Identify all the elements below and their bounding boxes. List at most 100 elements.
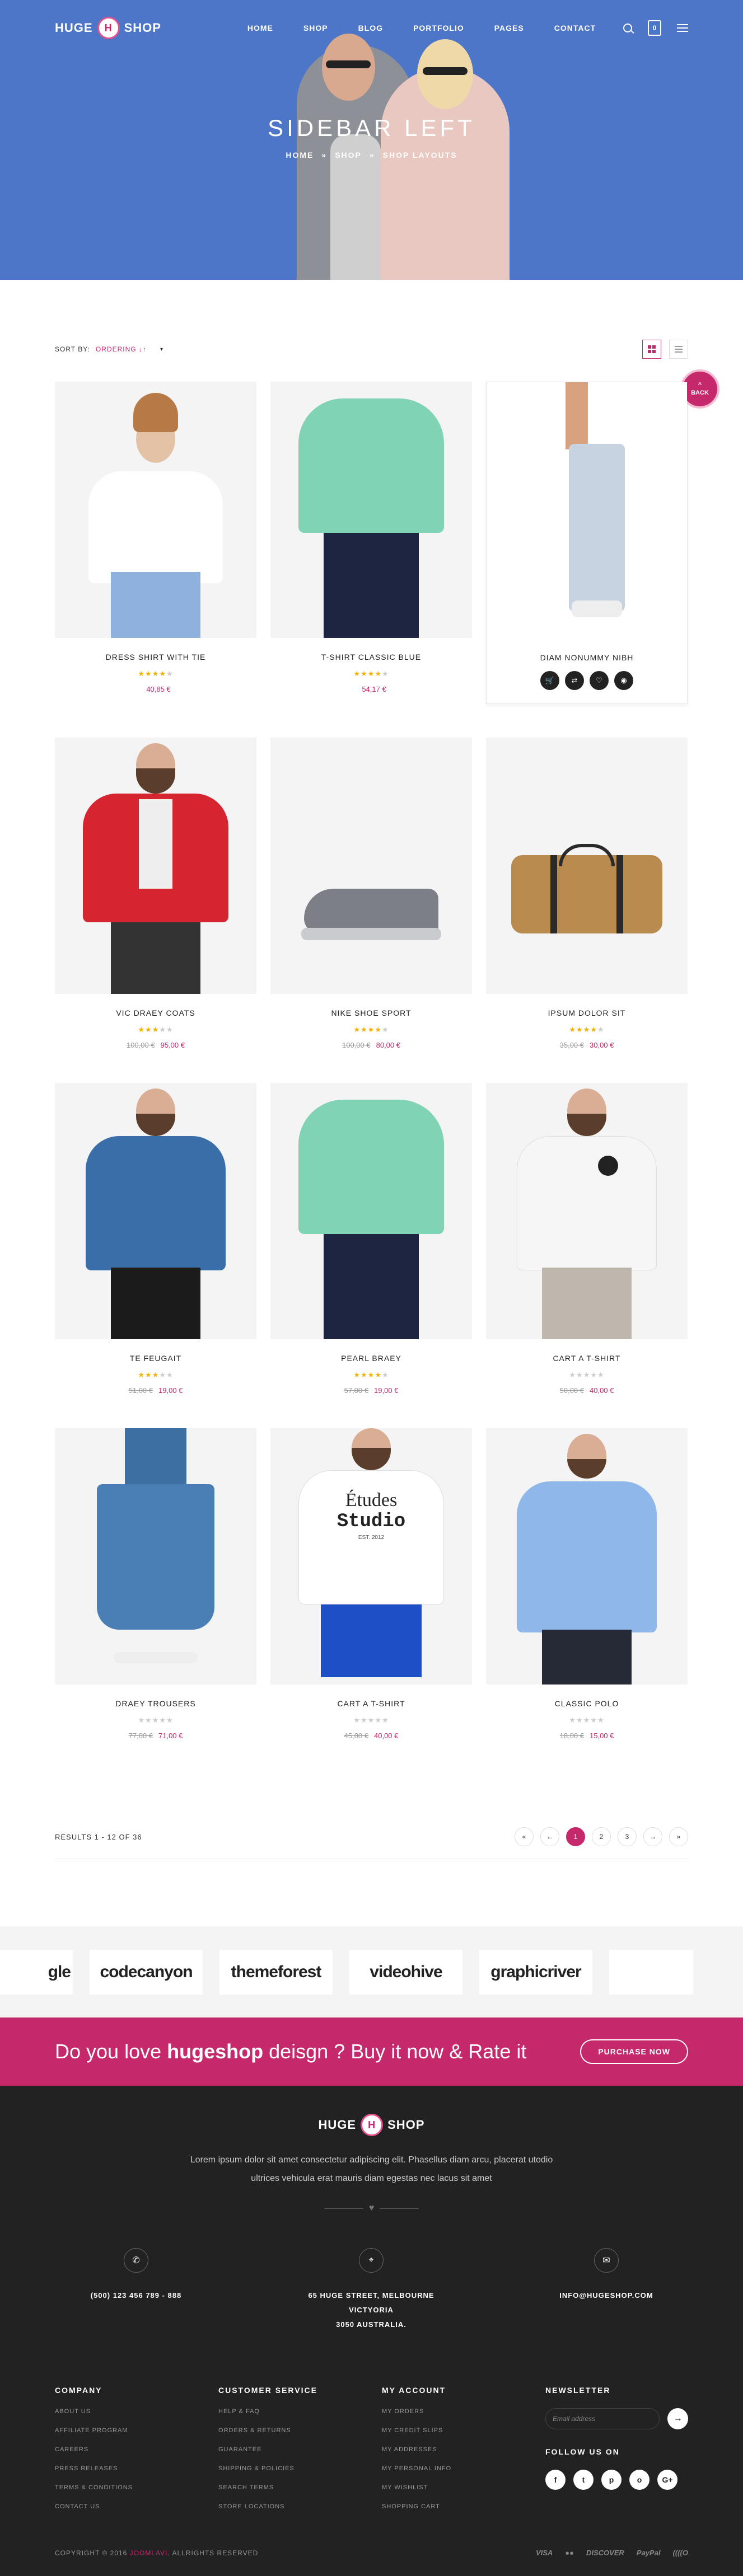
footer-link[interactable]: PRESS RELEASES bbox=[55, 2465, 218, 2472]
product-image[interactable] bbox=[486, 738, 688, 994]
instagram-icon[interactable]: o bbox=[629, 2470, 649, 2490]
cart-icon[interactable]: 0 bbox=[648, 20, 661, 36]
footer-link[interactable]: SHIPPING & POLICIES bbox=[218, 2465, 382, 2472]
breadcrumb-shop[interactable]: SHOP bbox=[335, 151, 362, 159]
hamburger-menu-icon[interactable] bbox=[677, 24, 688, 32]
breadcrumb-home[interactable]: HOME bbox=[286, 151, 314, 159]
prev-page-button[interactable]: ← bbox=[540, 1827, 559, 1846]
brand-logo[interactable]: themeforest bbox=[219, 1949, 333, 1995]
google-plus-icon[interactable]: G+ bbox=[657, 2470, 677, 2490]
chevron-down-icon[interactable]: ▾ bbox=[160, 346, 163, 353]
nav-blog[interactable]: BLOG bbox=[358, 24, 383, 32]
list-view-button[interactable] bbox=[669, 340, 688, 359]
product-card[interactable]: NIKE SHOE SPORT ★★★★★ 100,00 € 80,00 € bbox=[270, 738, 472, 1049]
product-card[interactable]: DRAEY TROUSERS ★★★★★ 77,00 € 71,00 € bbox=[55, 1428, 256, 1740]
newsletter-email-input[interactable]: Email address bbox=[545, 2408, 660, 2429]
product-name[interactable]: CLASSIC POLO bbox=[486, 1699, 688, 1708]
product-image[interactable] bbox=[55, 738, 256, 994]
last-page-button[interactable]: » bbox=[669, 1827, 688, 1846]
product-name[interactable]: CART A T-SHIRT bbox=[486, 1354, 688, 1363]
hero-banner: HUGE H SHOP HOME SHOP BLOG PORTFOLIO PAG… bbox=[0, 0, 743, 280]
product-image[interactable] bbox=[55, 382, 256, 638]
compare-icon[interactable]: ⇄ bbox=[565, 671, 584, 690]
brand-logo[interactable]: videohive bbox=[349, 1949, 462, 1995]
footer-link[interactable]: TERMS & CONDITIONS bbox=[55, 2484, 218, 2491]
product-image[interactable] bbox=[270, 382, 472, 638]
footer-link[interactable]: ORDERS & RETURNS bbox=[218, 2427, 382, 2434]
page-1-button[interactable]: 1 bbox=[566, 1827, 585, 1846]
email-address[interactable]: INFO@HUGESHOP.COM bbox=[525, 2288, 688, 2303]
product-card[interactable]: Études Studio EST. 2012 CART A T-SHIRT ★… bbox=[270, 1428, 472, 1740]
footer-link[interactable]: MY ORDERS bbox=[382, 2408, 545, 2415]
footer-link[interactable]: MY ADDRESSES bbox=[382, 2446, 545, 2453]
product-card[interactable]: IPSUM DOLOR SIT ★★★★★ 35,00 € 30,00 € bbox=[486, 738, 688, 1049]
nav-home[interactable]: HOME bbox=[247, 24, 273, 32]
nav-contact[interactable]: CONTACT bbox=[554, 24, 596, 32]
product-card[interactable]: T-SHIRT CLASSIC BLUE ★★★★★ 54,17 € bbox=[270, 382, 472, 704]
nav-shop[interactable]: SHOP bbox=[303, 24, 328, 32]
footer-link[interactable]: AFFILIATE PROGRAM bbox=[55, 2427, 218, 2434]
footer-link[interactable]: MY PERSONAL INFO bbox=[382, 2465, 545, 2472]
footer-link[interactable]: ABOUT US bbox=[55, 2408, 218, 2415]
product-card[interactable]: VIC DRAEY COATS ★★★★★ 100,00 € 95,00 € bbox=[55, 738, 256, 1049]
copyright-brand-link[interactable]: JOOMLAVI bbox=[130, 2549, 168, 2557]
product-card[interactable]: TE FEUGAIT ★★★★★ 51,00 € 19,00 € bbox=[55, 1083, 256, 1395]
product-name[interactable]: TE FEUGAIT bbox=[55, 1354, 256, 1363]
newsletter-submit-button[interactable]: → bbox=[667, 2408, 688, 2429]
brand-logo[interactable] bbox=[609, 1949, 693, 1995]
footer-link[interactable]: SHOPPING CART bbox=[382, 2503, 545, 2510]
page-3-button[interactable]: 3 bbox=[618, 1827, 637, 1846]
brand-logo[interactable]: codecanyon bbox=[90, 1949, 203, 1995]
footer-link[interactable]: HELP & FAQ bbox=[218, 2408, 382, 2415]
footer-link[interactable]: SEARCH TERMS bbox=[218, 2484, 382, 2491]
nav-pages[interactable]: PAGES bbox=[494, 24, 524, 32]
product-name[interactable]: CART A T-SHIRT bbox=[270, 1699, 472, 1708]
add-to-cart-icon[interactable]: 🛒 bbox=[540, 671, 559, 690]
product-card[interactable]: CLASSIC POLO ★★★★★ 18,00 € 15,00 € bbox=[486, 1428, 688, 1740]
quick-view-eye-icon[interactable]: ◉ bbox=[614, 671, 633, 690]
product-name[interactable]: DRESS SHIRT WITH TIE bbox=[55, 653, 256, 661]
phone-number[interactable]: (500) 123 456 789 - 888 bbox=[55, 2288, 217, 2303]
site-logo[interactable]: HUGE H SHOP bbox=[55, 17, 161, 39]
next-page-button[interactable]: → bbox=[643, 1827, 662, 1846]
product-name[interactable]: T-SHIRT CLASSIC BLUE bbox=[270, 653, 472, 661]
product-image[interactable] bbox=[486, 1428, 688, 1685]
wishlist-heart-icon[interactable]: ♡ bbox=[590, 671, 609, 690]
footer-link[interactable]: CONTACT US bbox=[55, 2503, 218, 2510]
product-name[interactable]: DIAM NONUMMY NIBH bbox=[491, 653, 683, 662]
product-image[interactable] bbox=[486, 1083, 688, 1339]
product-image[interactable]: Études Studio EST. 2012 bbox=[270, 1428, 472, 1685]
footer-link[interactable]: MY CREDIT SLIPS bbox=[382, 2427, 545, 2434]
facebook-icon[interactable]: f bbox=[545, 2470, 566, 2490]
footer-link[interactable]: CAREERS bbox=[55, 2446, 218, 2453]
product-card[interactable]: CART A T-SHIRT ★★★★★ 50,00 € 40,00 € bbox=[486, 1083, 688, 1395]
product-name[interactable]: PEARL BRAEY bbox=[270, 1354, 472, 1363]
product-image[interactable] bbox=[487, 382, 687, 639]
brand-logo[interactable]: graphicriver bbox=[479, 1949, 592, 1995]
twitter-icon[interactable]: t bbox=[573, 2470, 594, 2490]
product-card-hovered[interactable]: DIAM NONUMMY NIBH 🛒 ⇄ ♡ ◉ bbox=[486, 382, 688, 704]
product-name[interactable]: IPSUM DOLOR SIT bbox=[486, 1008, 688, 1017]
first-page-button[interactable]: « bbox=[515, 1827, 534, 1846]
footer-logo[interactable]: HUGE H SHOP bbox=[0, 2114, 743, 2136]
product-card[interactable]: PEARL BRAEY ★★★★★ 57,00 € 19,00 € bbox=[270, 1083, 472, 1395]
pinterest-icon[interactable]: p bbox=[601, 2470, 621, 2490]
footer-link[interactable]: MY WISHLIST bbox=[382, 2484, 545, 2491]
product-name[interactable]: VIC DRAEY COATS bbox=[55, 1008, 256, 1017]
search-icon[interactable] bbox=[623, 24, 632, 32]
footer-link[interactable]: STORE LOCATIONS bbox=[218, 2503, 382, 2510]
product-image[interactable] bbox=[55, 1428, 256, 1685]
nav-portfolio[interactable]: PORTFOLIO bbox=[413, 24, 464, 32]
product-image[interactable] bbox=[270, 1083, 472, 1339]
purchase-now-button[interactable]: PURCHASE NOW bbox=[580, 2039, 688, 2064]
brand-logo[interactable]: gle bbox=[0, 1949, 73, 1995]
product-name[interactable]: NIKE SHOE SPORT bbox=[270, 1008, 472, 1017]
product-name[interactable]: DRAEY TROUSERS bbox=[55, 1699, 256, 1708]
product-card[interactable]: DRESS SHIRT WITH TIE ★★★★★ 40,85 € bbox=[55, 382, 256, 704]
product-image[interactable] bbox=[55, 1083, 256, 1339]
page-2-button[interactable]: 2 bbox=[592, 1827, 611, 1846]
footer-link[interactable]: GUARANTEE bbox=[218, 2446, 382, 2453]
grid-view-button[interactable] bbox=[642, 340, 661, 359]
product-image[interactable] bbox=[270, 738, 472, 994]
sort-select[interactable]: ORDERING ↓↑ bbox=[96, 345, 147, 353]
